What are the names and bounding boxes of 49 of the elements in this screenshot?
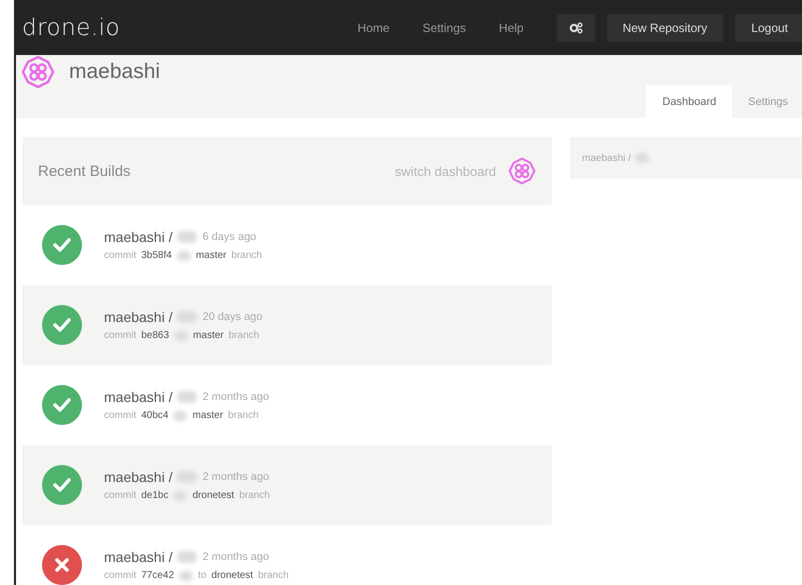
username: maebashi: [69, 60, 160, 84]
settings-button[interactable]: [556, 14, 595, 42]
commit-hash: 77ce42: [141, 570, 174, 581]
build-time: 6 days ago: [202, 231, 256, 243]
repo-owner-link[interactable]: maebashi /: [104, 469, 172, 485]
nav-button[interactable]: Logout: [735, 14, 802, 42]
nav-button[interactable]: New Repository: [606, 14, 724, 42]
commit-label: commit: [104, 330, 136, 341]
commit-label: commit: [104, 570, 136, 581]
commit-label: commit: [104, 250, 136, 261]
logo[interactable]: drone.io: [22, 14, 120, 40]
nav-link[interactable]: Settings: [422, 20, 466, 34]
repo-owner-link[interactable]: maebashi /: [104, 389, 172, 405]
branch-label: branch: [228, 330, 260, 341]
repo-owner-link[interactable]: maebashi /: [104, 549, 172, 565]
repo-owner-link[interactable]: maebashi /: [104, 309, 172, 325]
redaction-blur: [176, 250, 191, 260]
redaction-blur: [177, 551, 198, 563]
commit-hash: de1bc: [141, 490, 168, 501]
commit-hash: 40bc4: [141, 410, 168, 421]
commit-hash: be863: [141, 330, 170, 341]
tab[interactable]: Dashboard: [646, 85, 732, 118]
branch-name: master: [193, 330, 224, 341]
redaction-blur: [177, 231, 198, 243]
branch-name: dronetest: [211, 570, 254, 581]
panel-title: Recent Builds: [38, 162, 132, 180]
commit-hash: 3b58f4: [141, 250, 172, 261]
build-time: 2 months ago: [202, 551, 270, 563]
avatar-icon: [21, 54, 55, 88]
commit-label: commit: [104, 410, 136, 421]
redaction-blur: [177, 391, 198, 403]
branch-label: branch: [258, 570, 289, 581]
build-time: 2 months ago: [202, 391, 270, 403]
branch-name: master: [192, 410, 224, 421]
branch-label: branch: [239, 490, 270, 501]
branch-label: branch: [231, 250, 262, 261]
branch-name: master: [196, 250, 226, 261]
gears-icon: [568, 22, 583, 34]
repo-owner-link[interactable]: maebashi /: [104, 229, 172, 245]
redaction-blur: [173, 410, 188, 420]
nav-link[interactable]: Home: [358, 20, 390, 34]
branch-label: branch: [228, 410, 259, 421]
connector-text: to: [198, 570, 206, 581]
nav-link[interactable]: Help: [498, 20, 524, 34]
redaction-blur: [179, 570, 194, 580]
branch-name: dronetest: [192, 490, 234, 501]
commit-label: commit: [104, 490, 136, 501]
build-time: 20 days ago: [202, 311, 262, 323]
build-time: 2 months ago: [202, 471, 270, 483]
